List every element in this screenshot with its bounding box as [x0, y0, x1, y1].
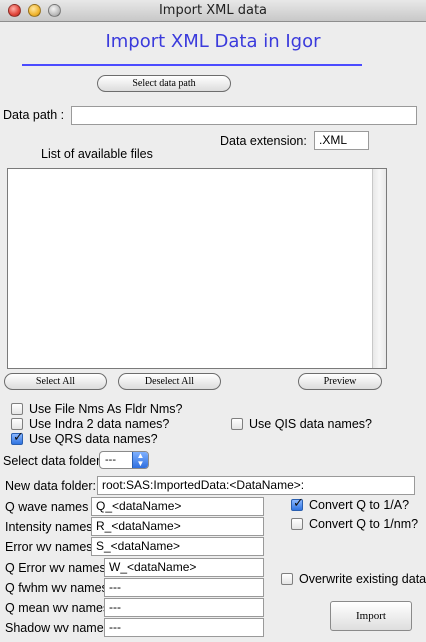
select-folder-dropdown[interactable]: --- ▲ ▼: [99, 451, 149, 469]
file-list-scrollbar[interactable]: [372, 169, 386, 368]
convert-q-nm-label: Convert Q to 1/nm?: [309, 517, 419, 531]
use-qrs-label: Use QRS data names?: [29, 432, 158, 446]
shadow-wv-names-field[interactable]: ---: [104, 618, 264, 637]
heading-divider: [22, 64, 362, 66]
data-path-label: Data path :: [3, 108, 65, 122]
new-folder-label: New data folder:: [5, 479, 97, 493]
new-folder-field[interactable]: root:SAS:ImportedData:<DataName>:: [97, 476, 415, 495]
data-extension-label: Data extension:: [220, 134, 307, 148]
convert-q-a-checkbox[interactable]: [291, 496, 304, 511]
q-wave-names-label: Q wave names: [5, 500, 89, 514]
q-fwhm-wv-names-field[interactable]: ---: [104, 578, 264, 597]
panel-heading: Import XML Data in Igor: [105, 31, 321, 52]
import-button[interactable]: Import: [330, 601, 412, 631]
file-list[interactable]: [7, 168, 387, 369]
title-bar: Import XML data: [0, 0, 426, 22]
file-list-label: List of available files: [41, 147, 153, 161]
select-folder-label: Select data folder: [3, 454, 101, 468]
window-title: Import XML data: [158, 3, 268, 18]
preview-button[interactable]: Preview: [298, 373, 382, 390]
convert-q-a-label: Convert Q to 1/A?: [309, 498, 410, 512]
intensity-names-field[interactable]: R_<dataName>: [91, 517, 264, 536]
use-indra2-label: Use Indra 2 data names?: [29, 417, 170, 431]
intensity-names-label: Intensity names: [5, 520, 93, 534]
use-qrs-checkbox[interactable]: [11, 430, 24, 445]
data-extension-field[interactable]: .XML: [314, 131, 369, 150]
dropdown-arrows-icon: ▲ ▼: [132, 452, 148, 468]
select-data-path-button[interactable]: Select data path: [97, 75, 231, 92]
q-mean-wv-names-label: Q mean wv names: [5, 601, 110, 615]
use-qis-checkbox[interactable]: [231, 418, 243, 430]
error-wv-names-label: Error wv names: [5, 540, 93, 554]
q-fwhm-wv-names-label: Q fwhm wv names: [5, 581, 108, 595]
use-file-nms-label: Use File Nms As Fldr Nms?: [29, 402, 183, 416]
q-wave-names-field[interactable]: Q_<dataName>: [91, 497, 264, 516]
use-indra2-checkbox[interactable]: [11, 418, 23, 430]
use-file-nms-checkbox[interactable]: [11, 403, 23, 415]
q-error-wv-names-label: Q Error wv names: [5, 561, 106, 575]
deselect-all-button[interactable]: Deselect All: [118, 373, 221, 390]
q-error-wv-names-field[interactable]: W_<dataName>: [104, 558, 264, 577]
overwrite-checkbox[interactable]: [281, 573, 293, 585]
q-mean-wv-names-field[interactable]: ---: [104, 598, 264, 617]
convert-q-nm-checkbox[interactable]: [291, 518, 303, 530]
select-all-button[interactable]: Select All: [4, 373, 107, 390]
error-wv-names-field[interactable]: S_<dataName>: [91, 537, 264, 556]
shadow-wv-names-label: Shadow wv names: [5, 621, 110, 635]
select-folder-value: ---: [105, 454, 116, 466]
data-path-field[interactable]: [71, 106, 417, 125]
use-qis-label: Use QIS data names?: [249, 417, 372, 431]
overwrite-label: Overwrite existing data?: [299, 572, 426, 586]
